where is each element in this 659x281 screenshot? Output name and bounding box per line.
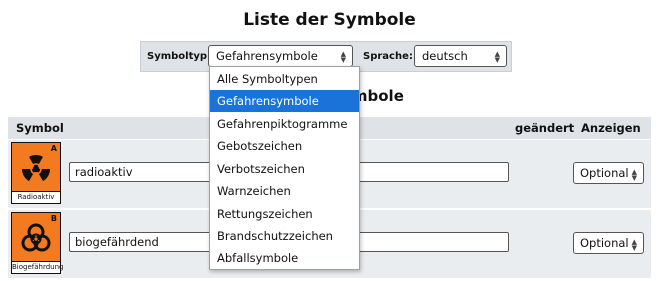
display-value: Optional — [580, 236, 629, 250]
sign-caption: Radioaktiv — [12, 191, 60, 203]
select-arrows-icon: ▲ ▼ — [631, 168, 637, 182]
option-rettungszeichen[interactable]: Rettungszeichen — [210, 203, 359, 225]
header-show: Anzeigen — [581, 121, 641, 135]
sign-caption: Biogefährdung — [12, 261, 64, 273]
select-arrows-icon: ▲ ▼ — [494, 50, 500, 64]
radioactive-icon — [22, 155, 50, 182]
radioactive-sign: A Radioaktiv — [11, 142, 61, 204]
biohazard-icon — [21, 223, 51, 252]
symbol-type-select[interactable]: Gefahrensymbole ▲ ▼ — [208, 45, 353, 67]
symbol-type-dropdown: Alle Symboltypen Gefahrensymbole Gefahre… — [209, 66, 360, 270]
language-select[interactable]: deutsch ▲ ▼ — [414, 45, 507, 67]
option-verbotszeichen[interactable]: Verbotszeichen — [210, 158, 359, 180]
display-select[interactable]: Optional ▲ ▼ — [573, 162, 644, 184]
language-label: Sprache: — [363, 51, 413, 62]
option-gefahrenpiktogramme[interactable]: Gefahrenpiktogramme — [210, 113, 359, 135]
symbol-type-label: Symboltyp: — [147, 51, 212, 62]
symbol-type-value: Gefahrensymbole — [216, 49, 318, 63]
option-gebotszeichen[interactable]: Gebotszeichen — [210, 135, 359, 157]
page-title: Liste der Symbole — [243, 10, 416, 30]
option-warnzeichen[interactable]: Warnzeichen — [210, 180, 359, 202]
language-value: deutsch — [422, 49, 468, 63]
option-alle-symboltypen[interactable]: Alle Symboltypen — [210, 68, 359, 90]
select-arrows-icon: ▲ ▼ — [631, 238, 637, 252]
header-symbol: Symbol — [16, 121, 64, 135]
option-gefahrensymbole[interactable]: Gefahrensymbole — [210, 90, 359, 112]
option-abfallsymbole[interactable]: Abfallsymbole — [210, 247, 359, 269]
option-brandschutzzeichen[interactable]: Brandschutzzeichen — [210, 225, 359, 247]
header-changed: geändert — [515, 121, 575, 135]
display-value: Optional — [580, 166, 629, 180]
display-select[interactable]: Optional ▲ ▼ — [573, 232, 644, 254]
select-arrows-icon: ▲ ▼ — [340, 50, 346, 64]
biohazard-sign: B Biogefährdung — [11, 212, 64, 274]
